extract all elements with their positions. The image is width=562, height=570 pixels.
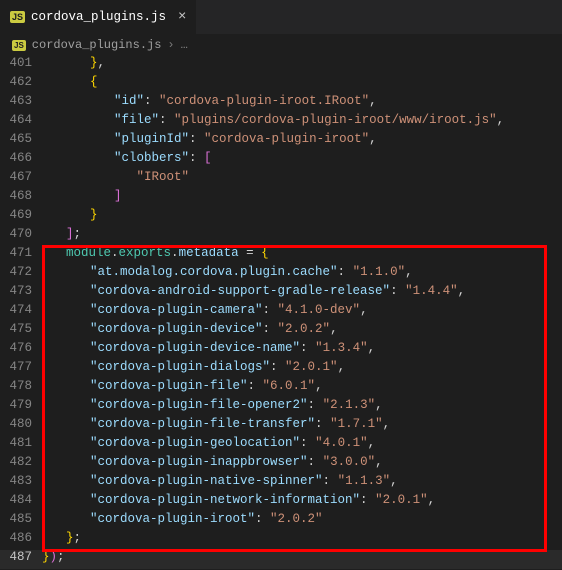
code-line: 467 "IRoot" [0, 170, 562, 189]
code-line: 469} [0, 208, 562, 227]
breadcrumb-more: … [181, 38, 188, 52]
code-line: 484"cordova-plugin-network-information":… [0, 493, 562, 512]
code-line: 465"pluginId": "cordova-plugin-iroot", [0, 132, 562, 151]
code-line: 464"file": "plugins/cordova-plugin-iroot… [0, 113, 562, 132]
breadcrumb-file: cordova_plugins.js [32, 38, 162, 52]
chevron-right-icon: › [167, 38, 174, 52]
code-line: 480"cordova-plugin-file-transfer": "1.7.… [0, 417, 562, 436]
tab-cordova-plugins[interactable]: JS cordova_plugins.js × [0, 0, 197, 34]
code-line: 471module.exports.metadata = { [0, 246, 562, 265]
breadcrumb[interactable]: JS cordova_plugins.js › … [0, 34, 562, 56]
code-line: 474"cordova-plugin-camera": "4.1.0-dev", [0, 303, 562, 322]
tab-bar: JS cordova_plugins.js × [0, 0, 562, 34]
code-line: 483"cordova-plugin-native-spinner": "1.1… [0, 474, 562, 493]
code-line: 479"cordova-plugin-file-opener2": "2.1.3… [0, 398, 562, 417]
js-icon: JS [12, 40, 26, 51]
code-line: 487}); [0, 550, 562, 569]
code-line: 477"cordova-plugin-dialogs": "2.0.1", [0, 360, 562, 379]
code-line: 462{ [0, 75, 562, 94]
code-line: 466"clobbers": [ [0, 151, 562, 170]
code-line: 482"cordova-plugin-inappbrowser": "3.0.0… [0, 455, 562, 474]
code-line: 476"cordova-plugin-device-name": "1.3.4"… [0, 341, 562, 360]
code-line: 463"id": "cordova-plugin-iroot.IRoot", [0, 94, 562, 113]
code-editor[interactable]: 401}, 462{ 463"id": "cordova-plugin-iroo… [0, 56, 562, 569]
code-line: 473"cordova-android-support-gradle-relea… [0, 284, 562, 303]
code-line: 401}, [0, 56, 562, 75]
code-line: 486}; [0, 531, 562, 550]
close-icon[interactable]: × [178, 10, 186, 24]
code-line: 472"at.modalog.cordova.plugin.cache": "1… [0, 265, 562, 284]
js-icon: JS [10, 11, 25, 23]
code-line: 468] [0, 189, 562, 208]
code-line: 470]; [0, 227, 562, 246]
code-line: 481"cordova-plugin-geolocation": "4.0.1"… [0, 436, 562, 455]
tab-title: cordova_plugins.js [31, 10, 166, 24]
code-line: 485"cordova-plugin-iroot": "2.0.2" [0, 512, 562, 531]
code-line: 475"cordova-plugin-device": "2.0.2", [0, 322, 562, 341]
code-line: 478"cordova-plugin-file": "6.0.1", [0, 379, 562, 398]
